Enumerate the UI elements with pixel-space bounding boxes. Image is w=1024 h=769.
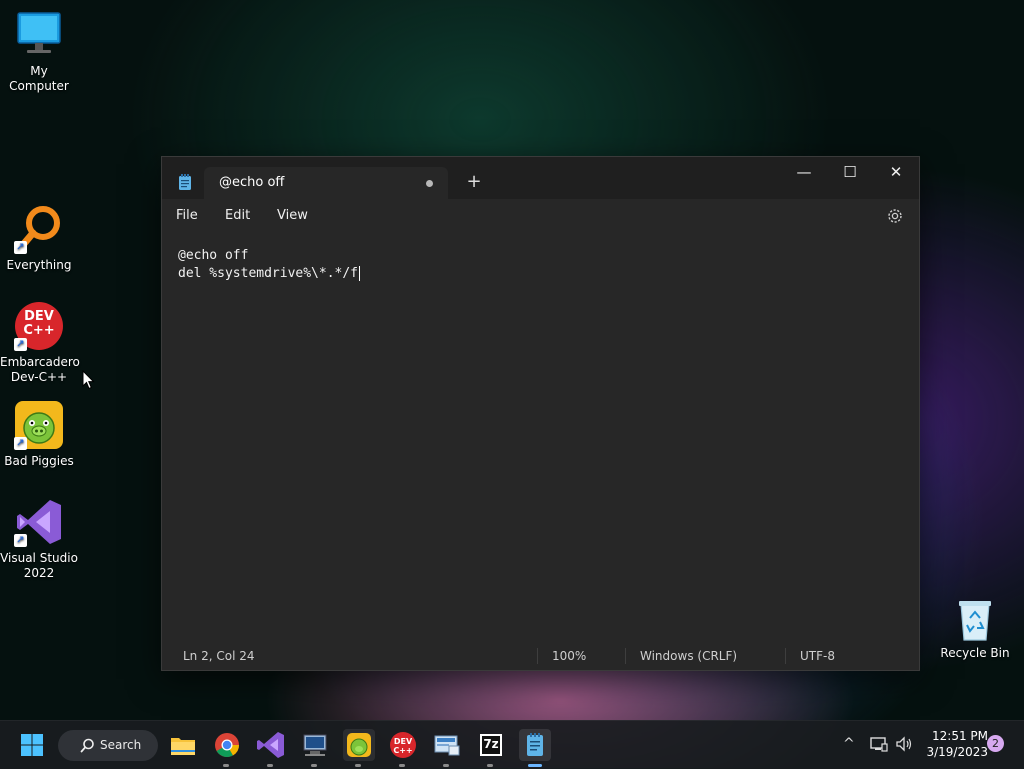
encoding: UTF-8 <box>800 649 835 663</box>
remote-desktop-icon[interactable] <box>299 729 331 767</box>
volume-icon[interactable] <box>895 736 913 756</box>
status-divider <box>625 648 626 664</box>
devcpp-icon: DEV C++ ↗ <box>14 301 64 351</box>
menu-edit[interactable]: Edit <box>225 208 250 223</box>
shortcut-arrow-icon: ↗ <box>14 534 27 547</box>
desktop-icon-label: Bad Piggies <box>4 454 74 468</box>
desktop-icon-my-computer[interactable]: My Computer <box>0 10 78 94</box>
editor-line: @echo off <box>178 248 249 263</box>
mouse-pointer-icon <box>82 369 96 390</box>
menu-bar: File Edit View <box>162 199 919 235</box>
desktop-icon-everything[interactable]: ↗ Everything <box>0 204 78 273</box>
desktop-icon-label: Everything <box>6 258 72 272</box>
notepad-window[interactable]: @echo off + — ☐ ✕ File Edit View @echo o… <box>161 156 920 671</box>
title-bar[interactable]: @echo off + — ☐ ✕ <box>162 157 919 199</box>
menu-file[interactable]: File <box>176 208 198 223</box>
network-icon[interactable] <box>870 736 888 756</box>
tab-title: @echo off <box>219 175 285 190</box>
clock-time: 12:51 PM <box>932 729 988 743</box>
running-indicator <box>443 764 449 767</box>
desktop-icon-label: My Computer <box>9 64 69 93</box>
clock-date: 3/19/2023 <box>926 745 988 759</box>
search-button[interactable]: Search <box>58 730 158 761</box>
shortcut-arrow-icon: ↗ <box>14 241 27 254</box>
7zip-logo-text: 7z <box>483 737 499 751</box>
pig-icon: ↗ <box>14 400 64 450</box>
desktop-icon-label: Embarcadero Dev-C++ <box>0 355 80 384</box>
desktop-icon-label: Visual Studio 2022 <box>0 551 78 580</box>
recycle-bin-icon <box>955 598 995 642</box>
editor-line: del %systemdrive%\*.*/f <box>178 266 359 281</box>
bad-piggies-icon[interactable] <box>343 729 375 767</box>
notepad-taskbar-icon[interactable] <box>519 729 551 767</box>
search-label: Search <box>100 738 142 752</box>
new-tab-button[interactable]: + <box>462 171 486 195</box>
chrome-icon[interactable] <box>211 729 243 767</box>
status-bar: Ln 2, Col 24 100% Windows (CRLF) UTF-8 <box>162 642 919 670</box>
devcpp-icon[interactable]: DEV C++ <box>387 729 419 767</box>
menu-view[interactable]: View <box>277 208 308 223</box>
running-indicator <box>223 764 229 767</box>
status-divider <box>537 648 538 664</box>
shortcut-arrow-icon: ↗ <box>14 437 27 450</box>
file-explorer-icon[interactable] <box>167 729 199 761</box>
running-indicator <box>487 764 493 767</box>
desktop-icon-recycle-bin[interactable]: Recycle Bin <box>938 598 1012 660</box>
devcpp-logo-text: DEV C++ <box>393 737 413 755</box>
line-ending: Windows (CRLF) <box>640 649 738 663</box>
running-indicator <box>355 764 361 767</box>
start-button[interactable] <box>16 729 48 761</box>
minimize-button[interactable]: — <box>781 157 827 187</box>
monitor-icon <box>14 10 64 60</box>
text-caret <box>359 266 361 281</box>
close-button[interactable]: ✕ <box>873 157 919 187</box>
devcpp-logo-text: DEV C++ <box>23 309 55 338</box>
running-indicator <box>399 764 405 767</box>
chevron-up-icon[interactable]: ^ <box>843 736 855 752</box>
clock[interactable]: 12:51 PM 3/19/2023 <box>918 728 988 760</box>
control-panel-icon[interactable] <box>431 729 463 767</box>
running-indicator <box>267 764 273 767</box>
status-divider <box>785 648 786 664</box>
magnifier-icon: ↗ <box>14 204 64 254</box>
text-editor[interactable]: @echo off del %systemdrive%\*.*/f <box>178 247 361 283</box>
7zip-icon[interactable]: 7z <box>475 729 507 767</box>
gear-icon[interactable] <box>885 206 905 226</box>
recycle-bin-label: Recycle Bin <box>940 646 1010 660</box>
taskbar: Search DEV C++ 7z ^ 12:51 PM 3/19/2023 2 <box>0 720 1024 769</box>
desktop-icon-visual-studio[interactable]: ↗ Visual Studio 2022 <box>0 497 78 581</box>
running-indicator <box>311 764 317 767</box>
tab-echo-off[interactable]: @echo off <box>204 167 448 199</box>
notification-badge[interactable]: 2 <box>987 735 1004 752</box>
desktop-icon-devcpp[interactable]: DEV C++ ↗ Embarcadero Dev-C++ <box>0 301 80 385</box>
unsaved-dot-icon[interactable] <box>426 180 433 187</box>
visual-studio-icon[interactable] <box>255 729 287 767</box>
shortcut-arrow-icon: ↗ <box>14 338 27 351</box>
visual-studio-icon: ↗ <box>14 497 64 547</box>
maximize-button[interactable]: ☐ <box>827 157 873 187</box>
desktop-icon-bad-piggies[interactable]: ↗ Bad Piggies <box>0 400 78 469</box>
zoom-level: 100% <box>552 649 587 663</box>
notepad-icon <box>178 174 192 191</box>
cursor-position: Ln 2, Col 24 <box>183 649 255 663</box>
active-indicator <box>528 764 542 767</box>
search-icon <box>80 738 95 757</box>
